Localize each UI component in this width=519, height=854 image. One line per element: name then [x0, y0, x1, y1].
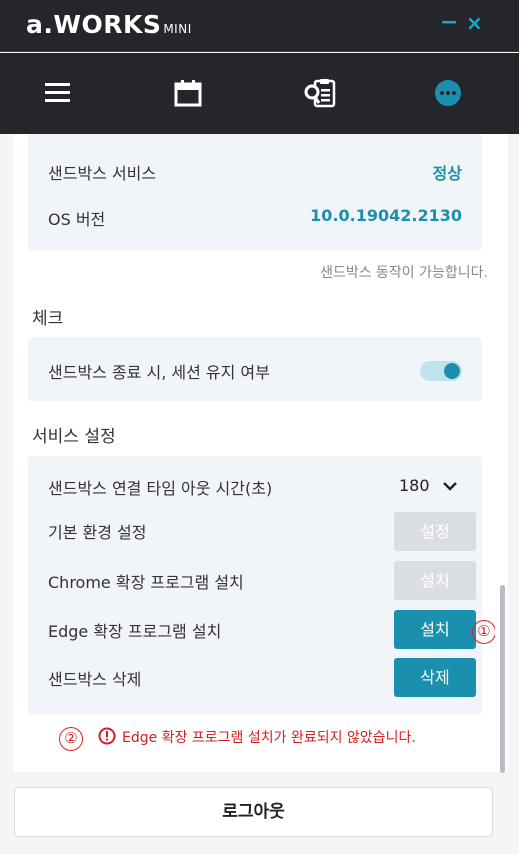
timeout-label: 샌드박스 연결 타임 아웃 시간(초): [48, 479, 273, 498]
more-icon: [435, 80, 461, 106]
warning-icon: [98, 727, 116, 745]
app-logo: a.WORKS MINI: [26, 10, 192, 39]
os-version-value: 10.0.19042.2130: [310, 206, 462, 225]
nav-more-button[interactable]: [432, 77, 464, 109]
edge-extension-label: Edge 확장 프로그램 설치: [48, 622, 222, 641]
toggle-knob: [444, 363, 460, 379]
service-settings-title: 서비스 설정: [32, 427, 116, 447]
title-bar: a.WORKS MINI − ×: [0, 0, 519, 52]
nav-calendar-button[interactable]: [172, 77, 204, 109]
sandbox-status-note: 샌드박스 동작이 가능합니다.: [320, 265, 488, 281]
basic-env-label: 기본 환경 설정: [48, 523, 147, 542]
logo-main-text: a.WORKS: [26, 10, 162, 39]
close-button[interactable]: ×: [466, 12, 483, 34]
logout-button[interactable]: 로그아웃: [14, 787, 493, 837]
sandbox-info-card: 샌드박스 서비스 정상 OS 버전 10.0.19042.2130: [28, 134, 482, 251]
session-keep-toggle[interactable]: [420, 361, 462, 381]
hamburger-menu-icon: [45, 83, 70, 102]
nav-bar: [0, 53, 519, 134]
os-version-label: OS 버전: [48, 210, 106, 229]
edge-install-button[interactable]: 설치: [394, 610, 476, 649]
check-section-title: 체크: [32, 309, 64, 329]
sandbox-service-label: 샌드박스 서비스: [48, 164, 157, 183]
annotation-marker-2: ②: [59, 727, 83, 751]
chrome-install-button[interactable]: 설치: [394, 561, 476, 600]
service-settings-card: 샌드박스 연결 타임 아웃 시간(초) 180 기본 환경 설정 설정 Chro…: [28, 456, 482, 715]
clipboard-search-icon: [304, 79, 336, 108]
nav-menu-button[interactable]: [42, 77, 74, 109]
calendar-icon: [174, 80, 202, 107]
nav-clipboard-button[interactable]: [303, 77, 336, 109]
settings-panel: 샌드박스 서비스 정상 OS 버전 10.0.19042.2130 샌드박스 동…: [14, 134, 508, 772]
scrollbar-thumb[interactable]: [500, 585, 505, 773]
chrome-extension-label: Chrome 확장 프로그램 설치: [48, 573, 244, 592]
timeout-select[interactable]: 180: [392, 474, 462, 498]
minimize-button[interactable]: −: [440, 12, 458, 34]
logo-sub-text: MINI: [163, 22, 192, 36]
session-keep-label: 샌드박스 종료 시, 세션 유지 여부: [48, 363, 270, 382]
sandbox-delete-button[interactable]: 삭제: [394, 658, 476, 697]
check-card: 샌드박스 종료 시, 세션 유지 여부: [28, 337, 482, 401]
timeout-value: 180: [399, 476, 430, 495]
annotation-marker-1: ①: [472, 620, 496, 644]
sandbox-delete-label: 샌드박스 삭제: [48, 670, 142, 689]
sandbox-service-status: 정상: [432, 164, 462, 183]
basic-env-settings-button[interactable]: 설정: [394, 512, 476, 551]
edge-install-warning: Edge 확장 프로그램 설치가 완료되지 않았습니다.: [122, 730, 416, 746]
chevron-down-icon: [443, 482, 457, 491]
